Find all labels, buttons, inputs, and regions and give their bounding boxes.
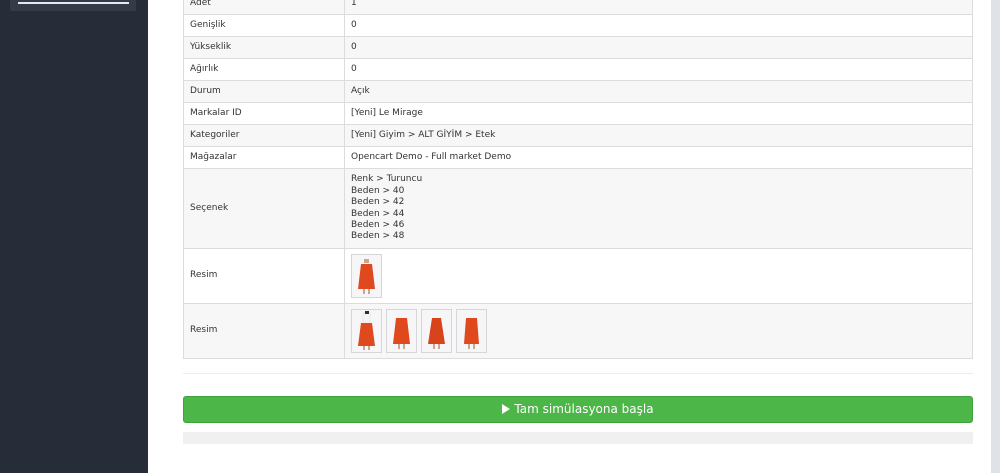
row-value: Opencart Demo - Full market Demo <box>344 146 973 169</box>
active-indicator <box>18 2 129 4</box>
product-image-thumbnail[interactable] <box>386 309 417 353</box>
table-row-options: Seçenek Renk > Turuncu Beden > 40 Beden … <box>183 168 973 249</box>
table-row: Durum Açık <box>183 80 973 103</box>
row-key: Markalar ID <box>183 102 345 125</box>
row-value: 1 <box>344 0 973 15</box>
option-line: Renk > Turuncu <box>351 174 423 185</box>
table-row: Genişlik 0 <box>183 14 973 37</box>
row-key: Adet <box>183 0 345 15</box>
product-details-table: Adet 1 Genişlik 0 Yükseklik 0 Ağırlık 0 Duru… <box>183 0 973 359</box>
table-row: Yükseklik 0 <box>183 36 973 59</box>
start-full-simulation-button[interactable]: Tam simülasyona başla <box>183 396 973 423</box>
row-key: Resim <box>183 303 345 359</box>
option-line: Beden > 40 <box>351 185 405 196</box>
product-image-thumbnail[interactable] <box>456 309 487 353</box>
progress-bar <box>183 432 973 444</box>
images-cell <box>344 303 973 359</box>
row-key: Durum <box>183 80 345 103</box>
options-list: Renk > Turuncu Beden > 40 Beden > 42 Bed… <box>344 168 973 249</box>
table-row: Mağazalar Opencart Demo - Full market Dem… <box>183 146 973 169</box>
row-value: 0 <box>344 14 973 37</box>
skirt-image <box>393 318 410 349</box>
right-scroll-area <box>991 0 1000 473</box>
product-image-thumbnail[interactable] <box>351 309 382 353</box>
product-image-thumbnail[interactable] <box>421 309 452 353</box>
option-line: Beden > 44 <box>351 208 405 219</box>
row-key: Yükseklik <box>183 36 345 59</box>
option-line: Beden > 48 <box>351 231 405 242</box>
product-image-thumbnail[interactable] <box>351 254 382 298</box>
button-label: Tam simülasyona başla <box>514 402 654 416</box>
divider <box>183 373 973 374</box>
row-key: Kategoriler <box>183 124 345 147</box>
sidebar-active-item[interactable] <box>10 0 136 11</box>
table-row: Kategoriler [Yeni] Giyim > ALT GİYİM > Et… <box>183 124 973 147</box>
table-row-image: Resim <box>183 248 973 304</box>
option-line: Beden > 42 <box>351 197 405 208</box>
skirt-image <box>428 318 445 349</box>
skirt-image <box>358 311 375 350</box>
row-key: Mağazalar <box>183 146 345 169</box>
sidebar <box>0 0 148 473</box>
row-value: [Yeni] Le Mirage <box>344 102 973 125</box>
table-row-images: Resim <box>183 303 973 359</box>
row-key: Seçenek <box>183 168 345 249</box>
image-cell <box>344 248 973 304</box>
row-value: [Yeni] Giyim > ALT GİYİM > Etek <box>344 124 973 147</box>
play-icon <box>502 404 511 414</box>
row-value: 0 <box>344 58 973 81</box>
row-value: Açık <box>344 80 973 103</box>
skirt-image <box>464 318 479 349</box>
row-key: Ağırlık <box>183 58 345 81</box>
table-row: Markalar ID [Yeni] Le Mirage <box>183 102 973 125</box>
skirt-image <box>358 259 375 294</box>
table-row: Ağırlık 0 <box>183 58 973 81</box>
table-row: Adet 1 <box>183 0 973 15</box>
row-key: Resim <box>183 248 345 304</box>
row-value: 0 <box>344 36 973 59</box>
option-line: Beden > 46 <box>351 219 405 230</box>
row-key: Genişlik <box>183 14 345 37</box>
